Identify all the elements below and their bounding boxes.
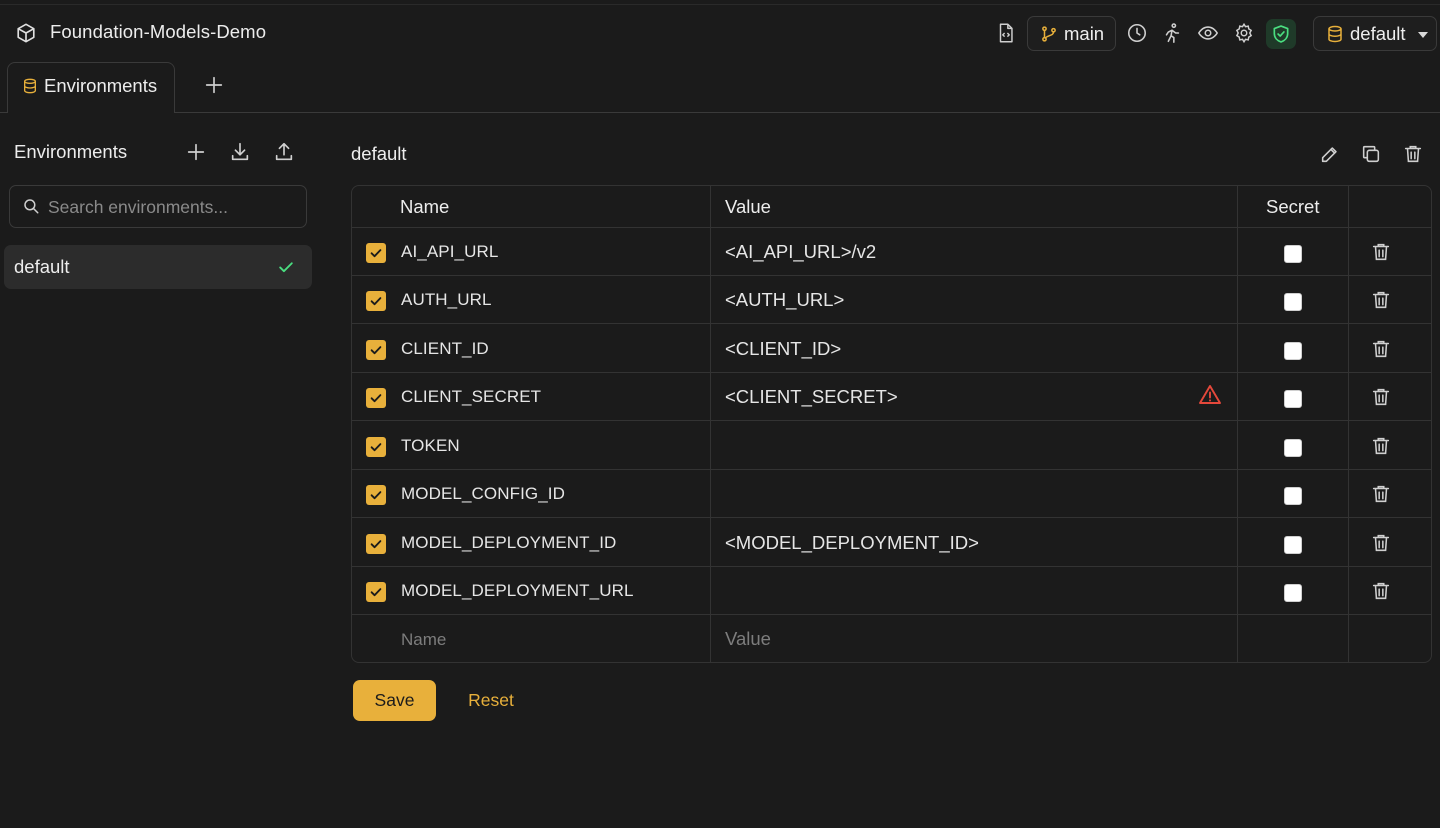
gear-icon[interactable]	[1233, 22, 1255, 44]
row-divider	[352, 614, 1431, 615]
new-value-input[interactable]: Value	[725, 628, 771, 650]
enabled-checkbox[interactable]	[366, 291, 386, 311]
search-environments	[9, 185, 307, 228]
enabled-checkbox[interactable]	[366, 437, 386, 457]
tab-bar-divider	[0, 112, 1440, 113]
branch-icon	[1040, 25, 1058, 43]
delete-row-icon[interactable]	[1370, 289, 1392, 311]
table-row: MODEL_DEPLOYMENT_URL	[352, 567, 1431, 615]
duplicate-icon[interactable]	[1360, 143, 1382, 165]
sidebar-item-default[interactable]: default	[4, 245, 312, 289]
table-row: CLIENT_SECRET <CLIENT_SECRET>	[352, 373, 1431, 421]
history-icon[interactable]	[1126, 22, 1148, 44]
delete-row-icon[interactable]	[1370, 435, 1392, 457]
variable-name[interactable]: TOKEN	[401, 436, 460, 456]
new-name-input[interactable]: Name	[401, 630, 446, 650]
table-row: AUTH_URL <AUTH_URL>	[352, 276, 1431, 324]
variable-value[interactable]: <MODEL_DEPLOYMENT_ID>	[725, 532, 979, 554]
enabled-checkbox[interactable]	[366, 582, 386, 602]
table-row: CLIENT_ID <CLIENT_ID>	[352, 325, 1431, 373]
delete-environment-icon[interactable]	[1402, 143, 1424, 165]
environment-selector[interactable]: default	[1313, 16, 1437, 51]
branch-label: main	[1064, 23, 1105, 44]
delete-row-icon[interactable]	[1370, 532, 1392, 554]
table-row: TOKEN	[352, 422, 1431, 470]
new-row: Name Value	[352, 616, 1431, 662]
save-button[interactable]: Save	[353, 680, 436, 721]
reset-button[interactable]: Reset	[456, 680, 526, 721]
variable-name[interactable]: AUTH_URL	[401, 290, 492, 310]
edit-icon[interactable]	[1319, 143, 1341, 165]
variable-value[interactable]: <CLIENT_ID>	[725, 338, 841, 360]
import-icon[interactable]	[229, 141, 251, 163]
enabled-checkbox[interactable]	[366, 485, 386, 505]
secret-checkbox[interactable]	[1284, 390, 1302, 408]
tab-label: Environments	[44, 75, 158, 96]
enabled-checkbox[interactable]	[366, 388, 386, 408]
variable-name[interactable]: AI_API_URL	[401, 242, 498, 262]
column-header-value: Value	[725, 196, 771, 217]
row-divider	[352, 517, 1431, 518]
environment-title: default	[351, 143, 407, 164]
shield-check-icon	[1273, 25, 1289, 43]
variable-name[interactable]: MODEL_DEPLOYMENT_ID	[401, 533, 616, 553]
warning-icon	[1198, 383, 1222, 407]
search-icon	[24, 199, 39, 214]
file-code-icon[interactable]	[995, 22, 1017, 44]
chevron-down-icon	[1418, 32, 1428, 38]
enabled-checkbox[interactable]	[366, 534, 386, 554]
delete-row-icon[interactable]	[1370, 241, 1392, 263]
delete-row-icon[interactable]	[1370, 386, 1392, 408]
delete-row-icon[interactable]	[1370, 580, 1392, 602]
table-row: MODEL_DEPLOYMENT_ID <MODEL_DEPLOYMENT_ID>	[352, 519, 1431, 567]
secret-checkbox[interactable]	[1284, 584, 1302, 602]
variable-name[interactable]: MODEL_CONFIG_ID	[401, 484, 565, 504]
cube-icon	[15, 22, 37, 44]
secret-checkbox[interactable]	[1284, 293, 1302, 311]
export-icon[interactable]	[273, 141, 295, 163]
variable-name[interactable]: MODEL_DEPLOYMENT_URL	[401, 581, 634, 601]
shield-check-button[interactable]	[1266, 19, 1296, 49]
sidebar-item-label: default	[14, 256, 70, 277]
check-icon	[279, 262, 293, 273]
column-header-name: Name	[400, 196, 450, 217]
sidebar-title: Environments	[14, 141, 128, 162]
enabled-checkbox[interactable]	[366, 243, 386, 263]
variable-value[interactable]: <AUTH_URL>	[725, 289, 844, 311]
row-divider	[352, 420, 1431, 421]
variables-table: Name Value Secret AI_API_URL <AI_API_URL>…	[351, 185, 1432, 663]
enabled-checkbox[interactable]	[366, 340, 386, 360]
delete-row-icon[interactable]	[1370, 483, 1392, 505]
delete-row-icon[interactable]	[1370, 338, 1392, 360]
database-icon	[22, 77, 38, 95]
variable-name[interactable]: CLIENT_ID	[401, 339, 489, 359]
eye-icon[interactable]	[1197, 22, 1219, 44]
table-row: MODEL_CONFIG_ID	[352, 470, 1431, 518]
branch-selector[interactable]: main	[1027, 16, 1116, 51]
database-icon	[1326, 25, 1344, 43]
app-title: Foundation-Models-Demo	[50, 21, 267, 42]
secret-checkbox[interactable]	[1284, 536, 1302, 554]
tab-environments[interactable]: Environments	[7, 62, 175, 113]
secret-checkbox[interactable]	[1284, 342, 1302, 360]
variable-name[interactable]: CLIENT_SECRET	[401, 387, 541, 407]
table-row: AI_API_URL <AI_API_URL>/v2	[352, 228, 1431, 276]
add-tab-icon[interactable]	[203, 74, 225, 96]
search-input[interactable]	[48, 194, 298, 220]
secret-checkbox[interactable]	[1284, 439, 1302, 457]
environment-selector-label: default	[1350, 23, 1406, 44]
variable-value[interactable]: <CLIENT_SECRET>	[725, 386, 898, 408]
runner-icon[interactable]	[1161, 22, 1183, 44]
top-border	[0, 4, 1440, 5]
column-header-secret: Secret	[1266, 196, 1320, 217]
variable-value[interactable]: <AI_API_URL>/v2	[725, 241, 876, 263]
app-header: Foundation-Models-Demo main default	[0, 8, 1440, 60]
row-divider	[352, 323, 1431, 324]
add-environment-icon[interactable]	[185, 141, 207, 163]
secret-checkbox[interactable]	[1284, 245, 1302, 263]
secret-checkbox[interactable]	[1284, 487, 1302, 505]
